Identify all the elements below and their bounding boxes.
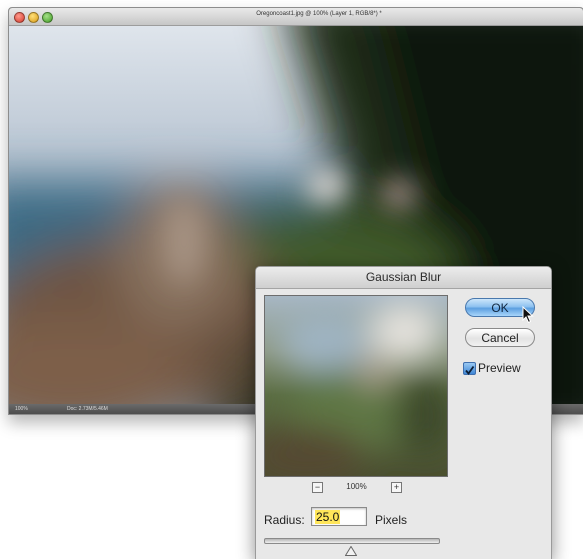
preview-zoom-controls: − 100% + (264, 481, 448, 495)
status-zoom[interactable]: 100% (15, 404, 28, 414)
radius-input[interactable]: 25.0 (311, 507, 367, 526)
zoom-out-icon[interactable]: − (312, 482, 323, 493)
zoom-in-icon[interactable]: + (391, 482, 402, 493)
radius-unit-label: Pixels (375, 513, 408, 527)
preview-image (265, 296, 447, 476)
filter-preview-window[interactable] (264, 295, 448, 477)
gaussian-blur-dialog: Gaussian Blur − 100% + OK Cancel Preview… (255, 266, 552, 559)
screen: Oregoncoast1.jpg @ 100% (Layer 1, RGB/8*… (0, 0, 583, 559)
minimize-icon[interactable] (28, 12, 39, 23)
preview-label: Preview (478, 361, 521, 375)
radius-value: 25.0 (315, 510, 341, 524)
close-icon[interactable] (14, 12, 25, 23)
dialog-titlebar[interactable]: Gaussian Blur (256, 267, 551, 289)
cancel-button[interactable]: Cancel (465, 328, 535, 347)
checkmark-icon (465, 365, 475, 375)
radius-slider-track[interactable] (264, 538, 440, 544)
document-title: Oregoncoast1.jpg @ 100% (Layer 1, RGB/8*… (256, 11, 382, 17)
preview-zoom-level: 100% (346, 482, 367, 491)
cursor-arrow-icon (522, 306, 534, 324)
document-titlebar[interactable]: Oregoncoast1.jpg @ 100% (Layer 1, RGB/8*… (9, 8, 583, 26)
zoom-icon[interactable] (42, 12, 53, 23)
dialog-title: Gaussian Blur (365, 270, 442, 284)
checkbox-box[interactable] (463, 362, 476, 375)
status-doc-size: Doc: 2.73M/5.46M (67, 406, 108, 412)
slider-thumb-icon[interactable] (345, 546, 357, 556)
radius-label: Radius: (264, 513, 305, 527)
